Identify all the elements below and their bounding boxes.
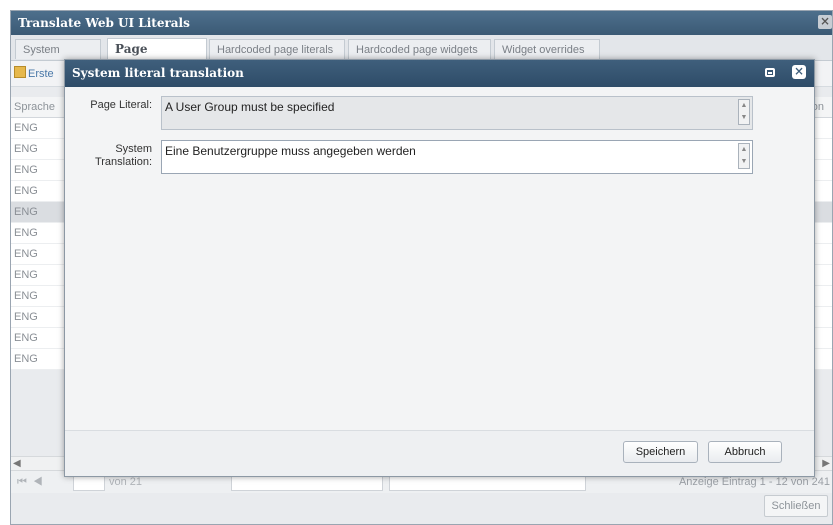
system-translation-label-line1: System: [115, 143, 152, 155]
window-title: Translate Web UI Literals: [18, 16, 190, 30]
page-literal-field[interactable]: A User Group must be specified ▲ ▼: [161, 96, 753, 130]
system-translation-label: System Translation:: [85, 143, 152, 169]
pager-status: Anzeige Eintrag 1 - 12 von 241: [678, 476, 830, 488]
row-language: ENG: [14, 332, 38, 344]
pager-nav-icons[interactable]: ⏮◀: [17, 476, 49, 489]
tab-hardcoded-page-widgets[interactable]: Hardcoded page widgets: [348, 39, 491, 59]
scroll-up-icon[interactable]: ▲: [739, 144, 749, 156]
tab-widget-overrides[interactable]: Widget overrides: [494, 39, 600, 59]
window-titlebar: Translate Web UI Literals ×: [11, 11, 832, 35]
row-language: ENG: [14, 206, 38, 218]
dialog-titlebar: System literal translation ×: [65, 60, 814, 87]
tab-system-literals[interactable]: System literals: [15, 39, 101, 76]
cancel-button[interactable]: Abbruch: [708, 441, 782, 463]
scroll-down-icon[interactable]: ▼: [739, 112, 749, 124]
column-header-language[interactable]: Sprache: [14, 101, 55, 113]
dialog-footer: Speichern Abbruch: [65, 430, 814, 476]
create-button[interactable]: Erste: [14, 66, 54, 80]
add-icon: [14, 66, 26, 78]
scroll-left-icon[interactable]: ◀: [13, 458, 21, 469]
system-translation-field[interactable]: Eine Benutzergruppe muss angegeben werde…: [161, 140, 753, 174]
row-language: ENG: [14, 353, 38, 365]
row-language: ENG: [14, 143, 38, 155]
save-button[interactable]: Speichern: [623, 441, 698, 463]
close-icon[interactable]: ×: [818, 15, 832, 29]
page-literal-label: Page Literal:: [90, 99, 152, 111]
translation-dialog: System literal translation × Page Litera…: [64, 59, 815, 477]
row-language: ENG: [14, 185, 38, 197]
page-literal-scroll[interactable]: ▲ ▼: [738, 99, 750, 125]
row-language: ENG: [14, 269, 38, 281]
dialog-close-icon[interactable]: ×: [792, 65, 806, 79]
tab-bar: System literals Page literals Hardcoded …: [11, 35, 832, 76]
dialog-title: System literal translation: [72, 66, 244, 80]
row-language: ENG: [14, 122, 38, 134]
system-translation-scroll[interactable]: ▲ ▼: [738, 143, 750, 169]
scroll-up-icon[interactable]: ▲: [739, 100, 749, 112]
tab-page-literals[interactable]: Page literals: [107, 38, 207, 76]
scroll-down-icon[interactable]: ▼: [739, 156, 749, 168]
create-button-label: Erste: [28, 68, 54, 80]
system-translation-label-line2: Translation:: [94, 156, 152, 168]
row-language: ENG: [14, 248, 38, 260]
row-language: ENG: [14, 164, 38, 176]
row-language: ENG: [14, 290, 38, 302]
system-translation-value: Eine Benutzergruppe muss angegeben werde…: [165, 144, 416, 158]
page-count: von 21: [109, 476, 143, 488]
page-literal-value: A User Group must be specified: [165, 100, 335, 114]
row-language: ENG: [14, 227, 38, 239]
tab-hardcoded-page-literals[interactable]: Hardcoded page literals: [209, 39, 345, 59]
minimize-icon[interactable]: [765, 68, 775, 77]
row-language: ENG: [14, 311, 38, 323]
scroll-right-icon[interactable]: ▶: [822, 458, 830, 469]
dialog-body: Page Literal: A User Group must be speci…: [65, 87, 814, 432]
close-button[interactable]: Schließen: [764, 495, 828, 517]
